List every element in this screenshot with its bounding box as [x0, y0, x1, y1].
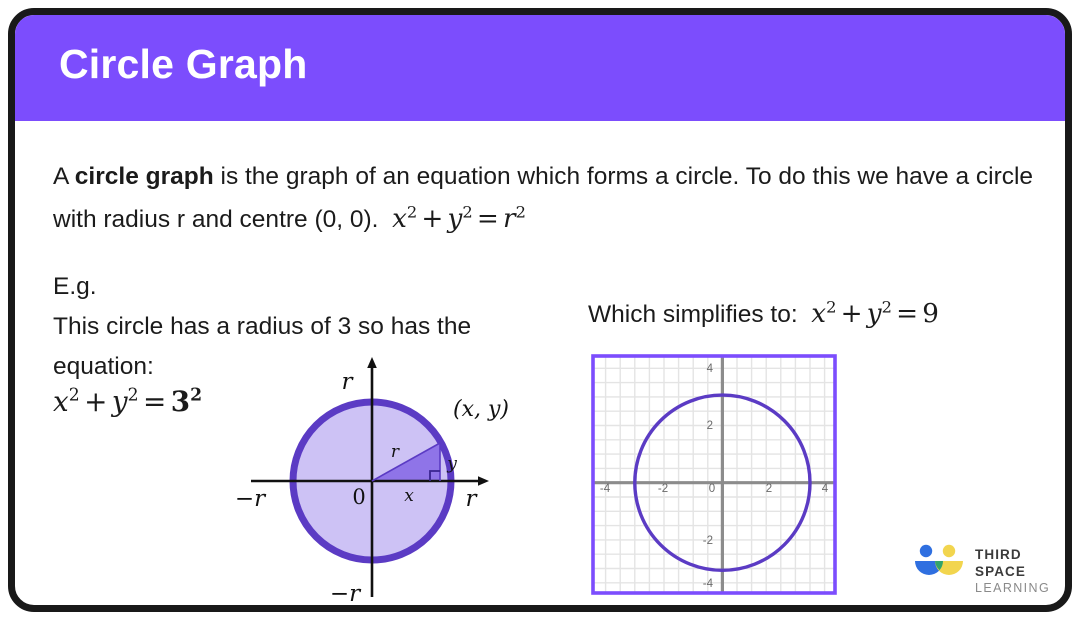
logo-figures-icon [915, 544, 963, 575]
xtick-label-2: 0 [709, 483, 715, 495]
simplifies-equation: x2 + y2 = 9 [811, 297, 939, 329]
logo-blue-head [919, 544, 933, 558]
logo-line-2: LEARNING [975, 581, 1051, 595]
label-hypotenuse-r: r [391, 442, 400, 462]
label-top-r: r [342, 369, 355, 395]
label-right-r: r [466, 486, 479, 512]
example-equation: x2 + y2 = 32 [53, 385, 203, 418]
logo-line-1: THIRD SPACE [975, 547, 1027, 579]
simplifies-statement: Which simplifies to: x2 + y2 = 9 [588, 299, 939, 329]
intro-text-part1: A [53, 163, 75, 190]
xtick-label-1: -2 [658, 483, 668, 495]
cartesian-graph-svg: -4 -2 0 2 4 4 2 -2 -4 [591, 354, 837, 595]
y-axis-arrowhead [367, 357, 377, 368]
slide-header: Circle Graph [15, 15, 1065, 121]
cartesian-graph: -4 -2 0 2 4 4 2 -2 -4 [591, 354, 837, 595]
unit-circle-diagram: r −r −r r 0 (x, y) r x y [223, 351, 513, 607]
label-height-y: y [446, 454, 457, 474]
unit-circle-svg: r −r −r r 0 (x, y) r x y [235, 357, 509, 607]
example-eg-label: E.g. [53, 273, 97, 300]
ytick-label-0: 4 [707, 363, 714, 375]
intro-paragraph: A circle graph is the graph of an equati… [53, 155, 1053, 241]
xtick-label-0: -4 [600, 483, 611, 495]
label-point-xy: (x, y) [453, 397, 509, 422]
label-bottom-minus-r: −r [330, 581, 362, 607]
label-origin: 0 [352, 485, 365, 509]
logo-wordmark: THIRD SPACE LEARNING [975, 546, 1053, 596]
x-axis-arrowhead [478, 476, 489, 486]
ytick-label-4: -4 [703, 578, 714, 590]
intro-bold-term: circle graph [74, 163, 214, 190]
brand-logo: THIRD SPACE LEARNING [913, 542, 1053, 595]
plot-background [593, 356, 835, 593]
xtick-label-4: 4 [822, 483, 829, 495]
page-title: Circle Graph [59, 41, 308, 87]
logo-mark-icon [913, 544, 967, 584]
ytick-label-3: -2 [703, 535, 713, 547]
slide-frame: Circle Graph A circle graph is the graph… [8, 8, 1072, 612]
logo-yellow-head [942, 544, 956, 558]
label-left-minus-r: −r [235, 486, 267, 512]
ytick-label-1: 2 [707, 420, 713, 432]
intro-formula: x2 + y2 = r2 [392, 202, 526, 234]
simplifies-label: Which simplifies to: [588, 301, 812, 328]
label-base-x: x [404, 486, 414, 506]
xtick-label-3: 2 [766, 483, 772, 495]
